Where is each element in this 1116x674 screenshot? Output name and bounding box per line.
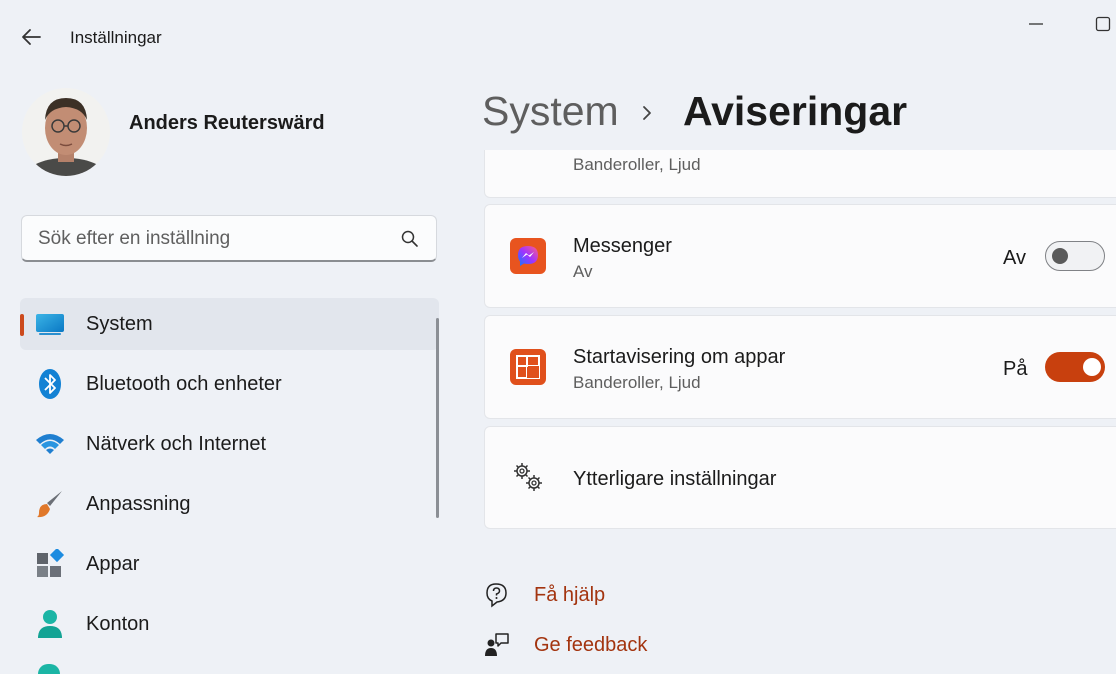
gears-icon [511,460,545,494]
bluetooth-icon [34,368,66,400]
toggle-knob [1083,358,1101,376]
sidebar-scrollbar[interactable] [436,318,439,518]
sidebar-item-bluetooth[interactable]: Bluetooth och enheter [20,358,439,410]
notification-subtitle: Banderoller, Ljud [573,155,701,174]
sidebar-item-accounts[interactable]: Konton [20,598,439,650]
toggle-state-label: Av [1003,247,1026,269]
page-title: Aviseringar [683,88,908,134]
sidebar-item-label: Bluetooth och enheter [86,373,282,395]
breadcrumb-parent[interactable]: System [482,88,619,135]
account-icon [34,608,66,640]
search-box[interactable] [21,215,437,262]
sidebar-item-label: Anpassning [86,493,191,515]
back-button[interactable] [14,22,48,52]
user-name: Anders Reuterswärd [129,112,325,134]
sidebar-item-network[interactable]: Nätverk och Internet [20,418,439,470]
sidebar-item-apps[interactable]: Appar [20,538,439,590]
partial-nav-icon [38,664,60,674]
notification-subtitle: Av [573,262,593,281]
notification-title: Startavisering om appar [573,346,786,368]
wifi-icon [34,428,66,460]
startup-apps-icon [510,349,546,385]
minimize-icon [1029,23,1043,25]
search-input[interactable] [36,216,400,262]
notification-subtitle: Banderoller, Ljud [573,373,701,392]
more-settings-label: Ytterligare inställningar [573,468,777,490]
search-icon[interactable] [400,229,420,249]
notification-title: Messenger [573,235,672,257]
sidebar-item-label: Appar [86,553,140,575]
sidebar-item-personalization[interactable]: Anpassning [20,478,439,530]
sidebar-item-label: System [86,313,153,335]
sidebar-item-system[interactable]: System [20,298,439,350]
help-link[interactable]: Få hjälp [534,584,605,607]
notification-item-messenger[interactable]: Messenger Av Av [484,204,1116,308]
app-title: Inställningar [70,28,162,47]
avatar[interactable] [22,88,110,176]
paintbrush-icon [34,488,66,520]
maximize-icon [1095,16,1111,32]
feedback-link[interactable]: Ge feedback [534,634,647,657]
more-settings-item[interactable]: Ytterligare inställningar [484,426,1116,529]
help-icon [484,582,510,608]
sidebar-item-label: Nätverk och Internet [86,433,267,455]
system-display-icon [34,308,66,340]
notification-item-partial[interactable]: Banderoller, Ljud [484,150,1116,198]
toggle-knob [1052,248,1068,264]
minimize-button[interactable] [1022,12,1050,36]
messenger-toggle[interactable] [1045,241,1105,271]
back-arrow-icon [22,29,41,45]
toggle-state-label: På [1003,358,1028,380]
chevron-right-icon [640,98,660,128]
apps-icon [34,548,66,580]
maximize-button[interactable] [1090,12,1116,36]
notification-item-startup-apps[interactable]: Startavisering om appar Banderoller, Lju… [484,315,1116,419]
startup-apps-toggle[interactable] [1045,352,1105,382]
messenger-icon [510,238,546,274]
feedback-icon [484,632,510,658]
sidebar-item-label: Konton [86,613,150,635]
selection-indicator [20,314,24,336]
